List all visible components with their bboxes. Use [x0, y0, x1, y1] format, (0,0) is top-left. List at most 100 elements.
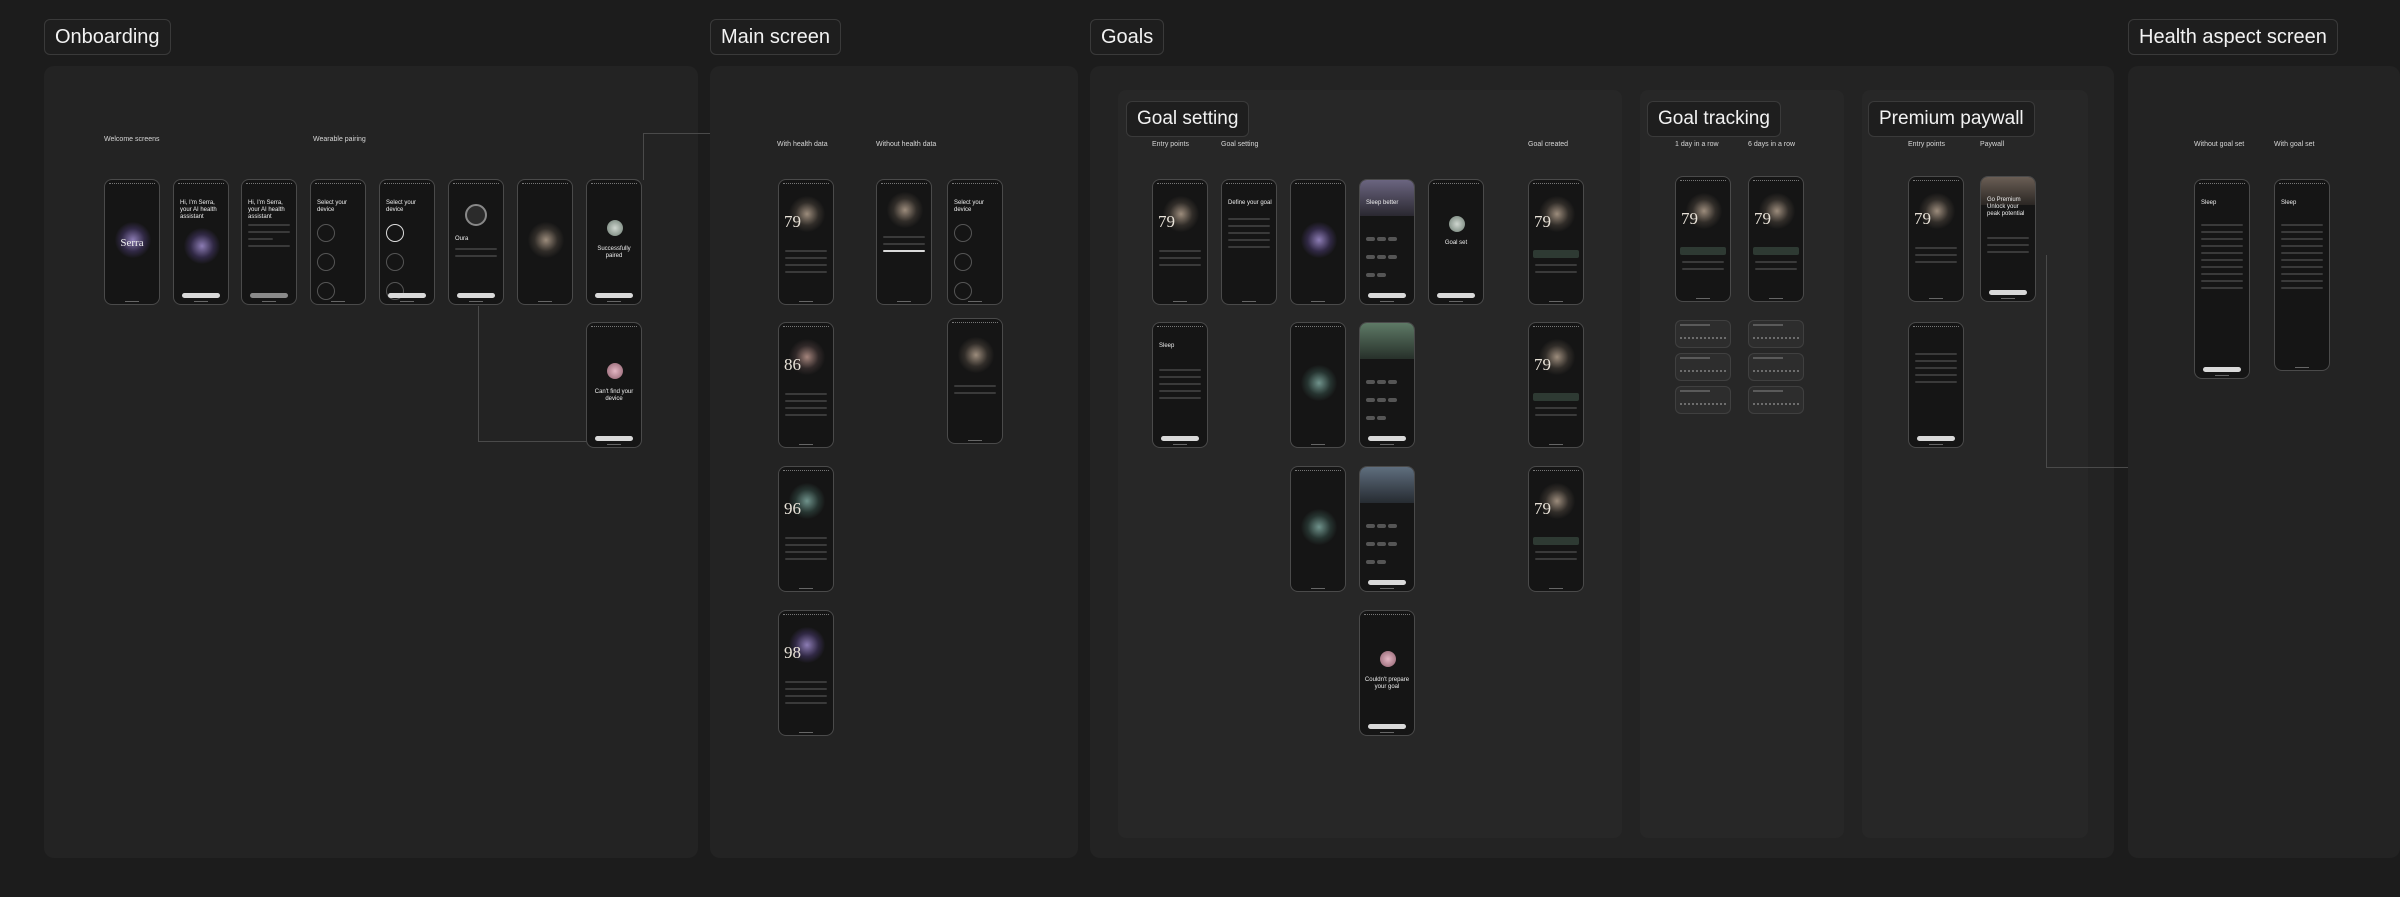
screen-goal-loading-2[interactable] — [1290, 322, 1346, 448]
error-badge-icon — [1380, 651, 1396, 667]
health-score: 79 — [1914, 209, 1931, 228]
screen-main-select-device[interactable]: Select your device — [947, 179, 1003, 305]
continue-button-disabled[interactable] — [250, 293, 288, 298]
health-score: 79 — [1681, 209, 1698, 228]
oura-title: Oura — [455, 236, 469, 242]
main-screen-title: Main screen — [710, 19, 841, 55]
goal-tracking-panel — [1640, 90, 1844, 838]
define-goal-title: Define your goal — [1228, 200, 1272, 206]
tracking-card[interactable] — [1675, 353, 1731, 381]
health-score: 79 — [1534, 212, 1551, 231]
confirm-goal-button[interactable] — [1368, 580, 1406, 585]
screen-goal-loading[interactable] — [1290, 179, 1346, 305]
tracking-card[interactable] — [1748, 386, 1804, 414]
success-badge-icon — [607, 220, 623, 236]
screen-define-goal[interactable]: Define your goal — [1221, 179, 1277, 305]
screen-tracking-6days[interactable]: 79 — [1748, 176, 1804, 302]
health-score: 86 — [784, 355, 801, 374]
next-button[interactable] — [388, 293, 426, 298]
with-goal-caption: With goal set — [2274, 141, 2315, 148]
one-day-caption: 1 day in a row — [1675, 141, 1719, 148]
confirm-goal-button[interactable] — [1368, 293, 1406, 298]
screen-paywall[interactable]: Go Premium Unlock your peak potential — [1980, 176, 2036, 302]
retry-button[interactable] — [595, 436, 633, 441]
welcome-caption: Welcome screens — [104, 136, 160, 143]
health-score: 79 — [784, 212, 801, 231]
done-button[interactable] — [595, 293, 633, 298]
screen-pairing[interactable] — [517, 179, 573, 305]
set-goal-button[interactable] — [2203, 367, 2241, 372]
paywall-caption: Paywall — [1980, 141, 2005, 148]
error-badge-icon — [607, 363, 623, 379]
retry-button[interactable] — [1368, 724, 1406, 729]
screen-aspect-with-goal[interactable]: Sleep — [2274, 179, 2330, 371]
goals-title: Goals — [1090, 19, 1165, 55]
serra-wordmark: Serra — [120, 237, 144, 249]
screen-paired[interactable]: Successfully paired — [586, 179, 642, 305]
screen-goal-created-1[interactable]: 79 — [1528, 179, 1584, 305]
welcome-headline-2: Hi, I'm Serra, your AI health assistant — [248, 200, 285, 220]
screen-aspect-no-goal[interactable]: Sleep — [2194, 179, 2250, 379]
screen-welcome-1[interactable]: Hi, I'm Serra, your AI health assistant — [173, 179, 229, 305]
screen-welcome-2[interactable]: Hi, I'm Serra, your AI health assistant — [241, 179, 297, 305]
confirm-goal-button[interactable] — [1368, 436, 1406, 441]
screen-main-98[interactable]: 98 — [778, 610, 834, 736]
screen-cant-find[interactable]: Can't find your device — [586, 322, 642, 448]
goal-setting-caption: Goal setting — [1221, 141, 1259, 148]
screen-select-device-2[interactable]: Select your device — [379, 179, 435, 305]
screen-goal-error[interactable]: Couldn't prepare your goal — [1359, 610, 1415, 736]
screen-goal-entry-79[interactable]: 79 — [1152, 179, 1208, 305]
screen-goal-created-3[interactable]: 79 — [1528, 466, 1584, 592]
sleep-title: Sleep — [2281, 200, 2297, 206]
health-score: 98 — [784, 643, 801, 662]
screen-tracking-1day[interactable]: 79 — [1675, 176, 1731, 302]
screen-goal-option-blue[interactable] — [1359, 466, 1415, 592]
health-score: 96 — [784, 499, 801, 518]
tracking-card[interactable] — [1748, 353, 1804, 381]
ring-icon — [465, 204, 487, 226]
screen-premium-entry-sleep[interactable] — [1908, 322, 1964, 448]
sleep-better-title: Sleep better — [1366, 200, 1399, 206]
screen-main-96[interactable]: 96 — [778, 466, 834, 592]
screen-goal-set[interactable]: Goal set — [1428, 179, 1484, 305]
go-premium-title: Go Premium Unlock your peak potential — [1987, 197, 2025, 217]
screen-oura[interactable]: Oura — [448, 179, 504, 305]
health-score: 79 — [1158, 212, 1175, 231]
health-score: 79 — [1754, 209, 1771, 228]
screen-main-empty[interactable] — [876, 179, 932, 305]
subscribe-button[interactable] — [1989, 290, 2027, 295]
done-button[interactable] — [1437, 293, 1475, 298]
pair-button[interactable] — [457, 293, 495, 298]
tracking-card[interactable] — [1675, 320, 1731, 348]
screen-splash[interactable]: Serra — [104, 179, 160, 305]
select-device-title: Select your device — [954, 200, 985, 213]
with-health-caption: With health data — [777, 141, 828, 148]
wearable-caption: Wearable pairing — [313, 136, 366, 143]
screen-select-device-1[interactable]: Select your device — [310, 179, 366, 305]
health-score: 79 — [1534, 499, 1551, 518]
health-aspect-title: Health aspect screen — [2128, 19, 2338, 55]
set-goal-button[interactable] — [1161, 436, 1199, 441]
screen-sleep-better[interactable]: Sleep better — [1359, 179, 1415, 305]
tracking-card[interactable] — [1748, 320, 1804, 348]
tracking-card[interactable] — [1675, 386, 1731, 414]
screen-goal-option-green[interactable] — [1359, 322, 1415, 448]
screen-goal-loading-3[interactable] — [1290, 466, 1346, 592]
premium-title: Premium paywall — [1868, 101, 2035, 137]
six-days-caption: 6 days in a row — [1748, 141, 1796, 148]
screen-goal-entry-sleep[interactable]: Sleep — [1152, 322, 1208, 448]
without-goal-caption: Without goal set — [2194, 141, 2245, 148]
screen-main-connect[interactable] — [947, 318, 1003, 444]
premium-entry-caption: Entry points — [1908, 141, 1945, 148]
screen-goal-created-2[interactable]: 79 — [1528, 322, 1584, 448]
upgrade-button[interactable] — [1917, 436, 1955, 441]
screen-main-79[interactable]: 79 — [778, 179, 834, 305]
screen-main-86[interactable]: 86 — [778, 322, 834, 448]
goal-set-title: Goal set — [1444, 240, 1468, 246]
cant-find-title: Can't find your device — [594, 389, 634, 402]
goal-tracking-title: Goal tracking — [1647, 101, 1781, 137]
flow-connector-2 — [643, 133, 712, 180]
continue-button[interactable] — [182, 293, 220, 298]
select-device-title: Select your device — [317, 200, 348, 213]
screen-premium-entry-79[interactable]: 79 — [1908, 176, 1964, 302]
